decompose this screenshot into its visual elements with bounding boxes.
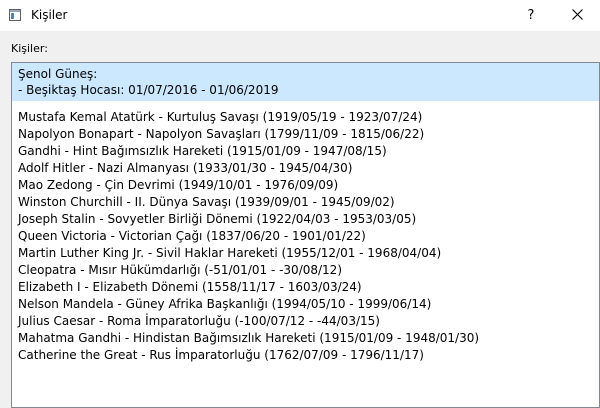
list-item[interactable]: Catherine the Great - Rus İmparatorluğu … <box>12 347 599 364</box>
list-item[interactable]: Elizabeth I - Elizabeth Dönemi (1558/11/… <box>12 279 599 296</box>
list-item[interactable]: Adolf Hitler - Nazi Almanyası (1933/01/3… <box>12 160 599 177</box>
help-button[interactable]: ? <box>508 0 554 31</box>
selected-item-detail: - Beşiktaş Hocası: 01/07/2016 - 01/06/20… <box>18 83 279 97</box>
app-window-icon <box>9 9 21 21</box>
list-item[interactable]: Queen Victoria - Victorian Çağı (1837/06… <box>12 228 599 245</box>
list-item[interactable]: Julius Caesar - Roma İmparatorluğu (-100… <box>12 313 599 330</box>
close-button[interactable] <box>554 0 600 31</box>
list-item[interactable]: Mao Zedong - Çin Devrimi (1949/10/01 - 1… <box>12 177 599 194</box>
list-item[interactable]: Mustafa Kemal Atatürk - Kurtuluş Savaşı … <box>12 109 599 126</box>
list-item[interactable]: Mahatma Gandhi - Hindistan Bağımsızlık H… <box>12 330 599 347</box>
list-item[interactable]: Cleopatra - Mısır Hükümdarlığı (-51/01/0… <box>12 262 599 279</box>
list-item[interactable]: Gandhi - Hint Bağımsızlık Hareketi (1915… <box>12 143 599 160</box>
window-title: Kişiler <box>31 8 68 22</box>
list-item[interactable]: Winston Churchill - II. Dünya Savaşı (19… <box>12 194 599 211</box>
list-item[interactable]: Joseph Stalin - Sovyetler Birliği Dönemi… <box>12 211 599 228</box>
list-item[interactable]: Napolyon Bonapart - Napolyon Savaşları (… <box>12 126 599 143</box>
list-item-selected[interactable]: Şenol Güneş: - Beşiktaş Hocası: 01/07/20… <box>12 63 599 101</box>
list-label: Kişiler: <box>11 42 48 55</box>
list-item[interactable]: Martin Luther King Jr. - Sivil Haklar Ha… <box>12 245 599 262</box>
title-bar[interactable]: Kişiler ? <box>0 0 600 31</box>
list-items: Mustafa Kemal Atatürk - Kurtuluş Savaşı … <box>12 101 599 364</box>
selected-item-name: Şenol Güneş: <box>18 67 98 81</box>
close-icon <box>571 8 583 23</box>
people-listbox[interactable]: Şenol Güneş: - Beşiktaş Hocası: 01/07/20… <box>11 62 600 408</box>
list-item[interactable]: Nelson Mandela - Güney Afrika Başkanlığı… <box>12 296 599 313</box>
